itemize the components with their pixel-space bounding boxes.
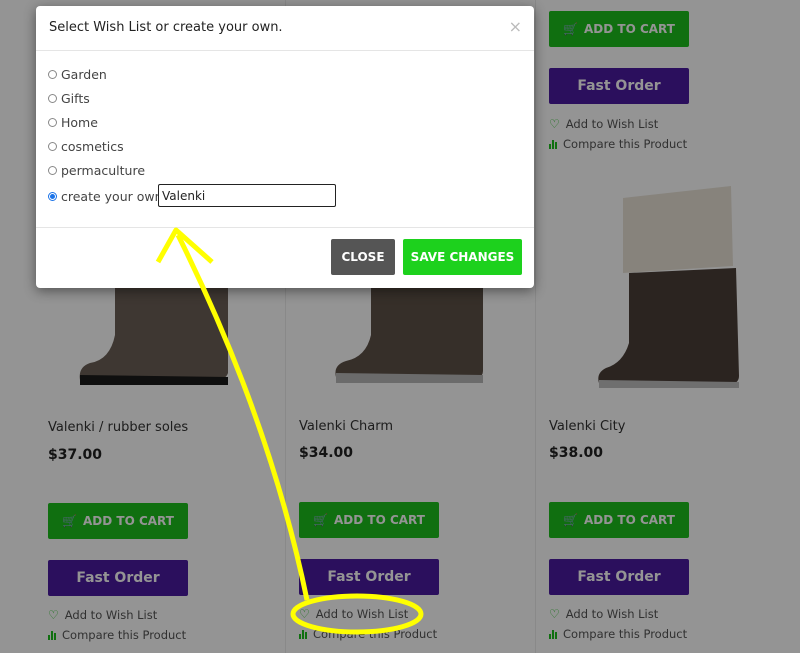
custom-wishlist-input[interactable]: [158, 184, 336, 207]
option-label: Gifts: [61, 91, 90, 106]
wishlist-option-home[interactable]: Home: [48, 115, 98, 130]
radio-gifts[interactable]: [48, 94, 57, 103]
option-label: Home: [61, 115, 98, 130]
wishlist-option-create-own[interactable]: create your own: [48, 189, 163, 204]
option-label: permaculture: [61, 163, 146, 178]
save-changes-button[interactable]: SAVE CHANGES: [403, 239, 522, 275]
modal-title: Select Wish List or create your own.: [49, 20, 283, 35]
option-label: create your own: [61, 189, 163, 204]
radio-permaculture[interactable]: [48, 166, 57, 175]
wishlist-option-permaculture[interactable]: permaculture: [48, 163, 145, 178]
radio-garden[interactable]: [48, 70, 57, 79]
option-label: Garden: [61, 67, 107, 82]
wishlist-option-garden[interactable]: Garden: [48, 67, 107, 82]
radio-home[interactable]: [48, 118, 57, 127]
close-button[interactable]: CLOSE: [331, 239, 395, 275]
product-listing-page: Valenki / rubber soles $37.00 🛒 ADD TO C…: [0, 0, 800, 653]
wishlist-modal: Select Wish List or create your own. × G…: [36, 6, 534, 288]
close-icon[interactable]: ×: [509, 17, 522, 36]
modal-header: Select Wish List or create your own. ×: [36, 6, 534, 51]
option-label: cosmetics: [61, 139, 124, 154]
radio-create-own[interactable]: [48, 192, 57, 201]
wishlist-option-cosmetics[interactable]: cosmetics: [48, 139, 124, 154]
wishlist-option-gifts[interactable]: Gifts: [48, 91, 90, 106]
radio-cosmetics[interactable]: [48, 142, 57, 151]
